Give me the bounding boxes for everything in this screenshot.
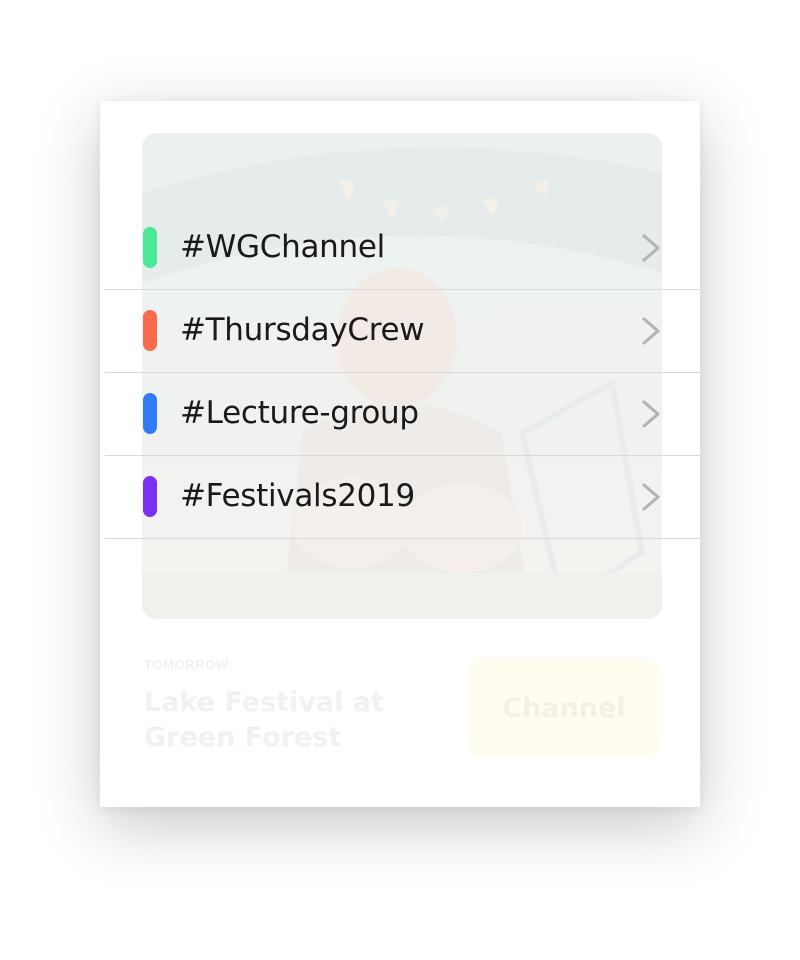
chevron-right-icon	[642, 317, 660, 345]
chevron-right-icon	[642, 400, 660, 428]
channel-label: #WGChannel	[180, 229, 385, 265]
channel-item-thursdaycrew[interactable]: #ThursdayCrew	[105, 290, 700, 373]
channel-label: #ThursdayCrew	[180, 312, 425, 348]
channel-item-lecture-group[interactable]: #Lecture-group	[105, 373, 700, 456]
channel-color-indicator	[143, 310, 157, 351]
event-title: Lake Festival at Green Forest	[144, 687, 384, 753]
chevron-right-icon	[642, 483, 660, 511]
channel-label: #Lecture-group	[180, 395, 419, 431]
channel-list: #WGChannel #ThursdayCrew #Lecture-group …	[105, 207, 700, 539]
channel-color-indicator	[143, 476, 157, 517]
channel-picker-card: TOMORROW Lake Festival at Green Forest C…	[100, 101, 700, 807]
chevron-right-icon	[642, 234, 660, 262]
channel-color-indicator	[143, 227, 157, 268]
channel-label: #Festivals2019	[180, 478, 415, 514]
channel-color-indicator	[143, 393, 157, 434]
event-date-label: TOMORROW	[144, 657, 229, 672]
channel-button[interactable]: Channel	[468, 659, 660, 757]
channel-item-wgchannel[interactable]: #WGChannel	[105, 207, 700, 290]
channel-item-festivals2019[interactable]: #Festivals2019	[105, 456, 700, 539]
